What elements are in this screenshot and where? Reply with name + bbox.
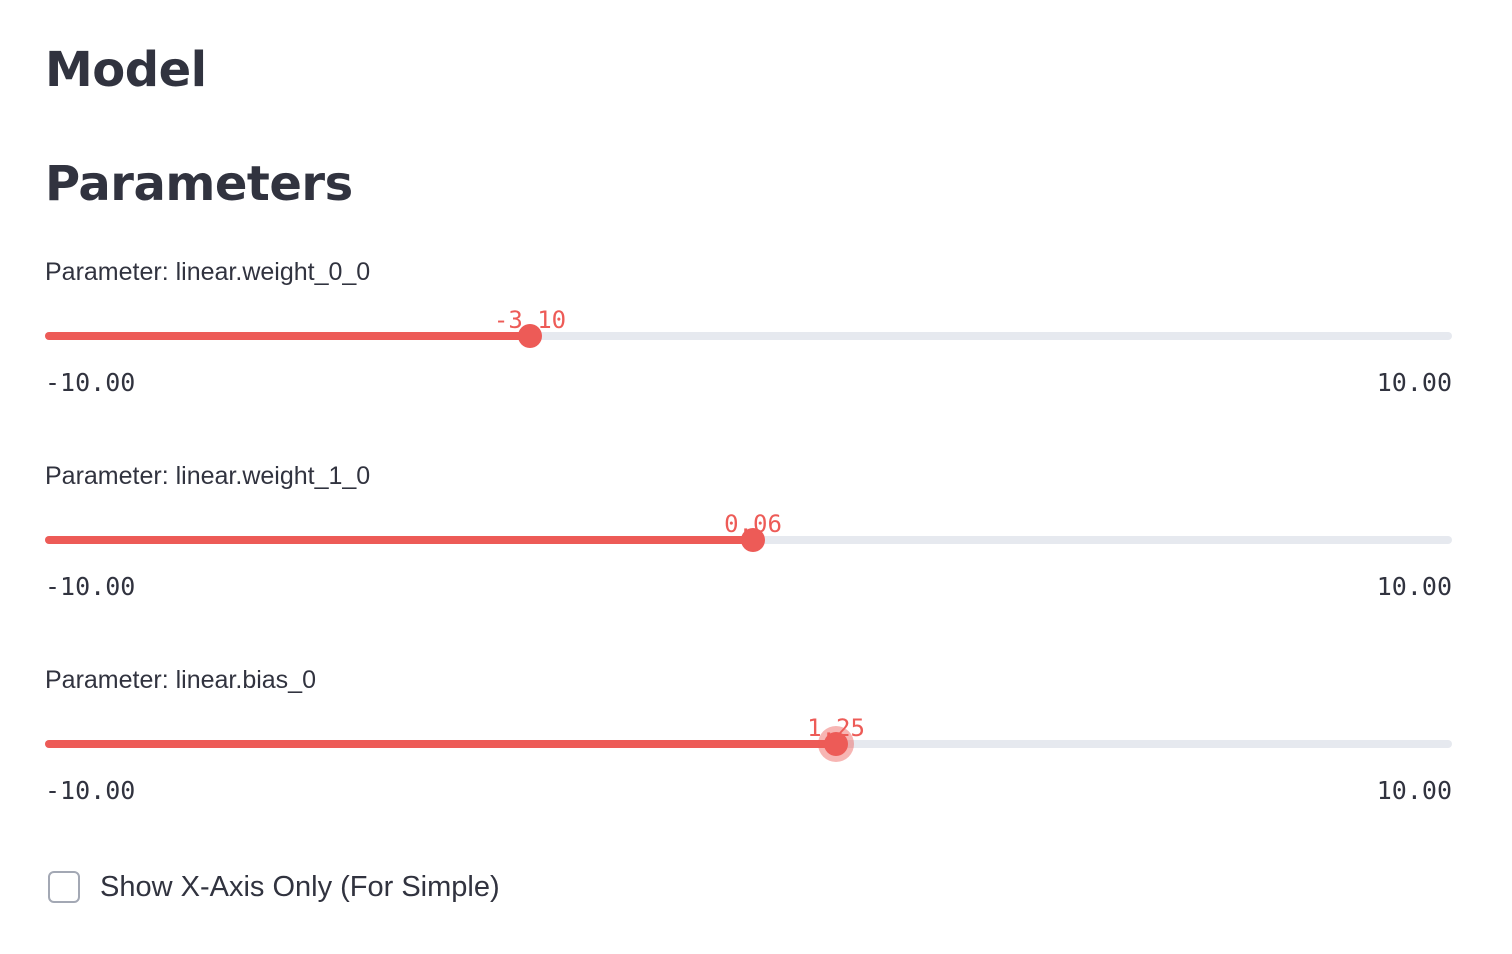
slider-label: Parameter: linear.weight_0_0 xyxy=(45,258,371,286)
slider-track-area[interactable]: 1.25 xyxy=(45,714,1452,764)
slider-current-value: 0.06 xyxy=(724,510,782,538)
slider-linear-bias-0: Parameter: linear.bias_0 1.25 -10.00 10.… xyxy=(45,666,1452,836)
show-x-axis-only-checkbox[interactable] xyxy=(48,871,80,903)
slider-track-fill xyxy=(45,536,753,544)
slider-linear-weight-0-0: Parameter: linear.weight_0_0 -3.10 -10.0… xyxy=(45,258,1452,428)
slider-max-label: 10.00 xyxy=(1376,572,1452,601)
slider-min-label: -10.00 xyxy=(45,572,136,601)
slider-max-label: 10.00 xyxy=(1376,368,1452,397)
slider-current-value: 1.25 xyxy=(807,714,865,742)
parameters-heading: Parameters xyxy=(45,156,353,212)
slider-label: Parameter: linear.weight_1_0 xyxy=(45,462,371,490)
slider-min-label: -10.00 xyxy=(45,368,136,397)
slider-track-fill xyxy=(45,740,836,748)
slider-current-value: -3.10 xyxy=(493,306,567,334)
slider-label: Parameter: linear.bias_0 xyxy=(45,666,316,694)
slider-track-area[interactable]: -3.10 xyxy=(45,306,1452,356)
slider-min-label: -10.00 xyxy=(45,776,136,805)
slider-track-fill xyxy=(45,332,530,340)
checkbox-label: Show X-Axis Only (For Simple) xyxy=(100,870,500,903)
show-x-axis-only-checkbox-row[interactable]: Show X-Axis Only (For Simple) xyxy=(48,868,500,906)
model-heading: Model xyxy=(45,42,207,98)
slider-linear-weight-1-0: Parameter: linear.weight_1_0 0.06 -10.00… xyxy=(45,462,1452,632)
slider-track-area[interactable]: 0.06 xyxy=(45,510,1452,560)
slider-max-label: 10.00 xyxy=(1376,776,1452,805)
